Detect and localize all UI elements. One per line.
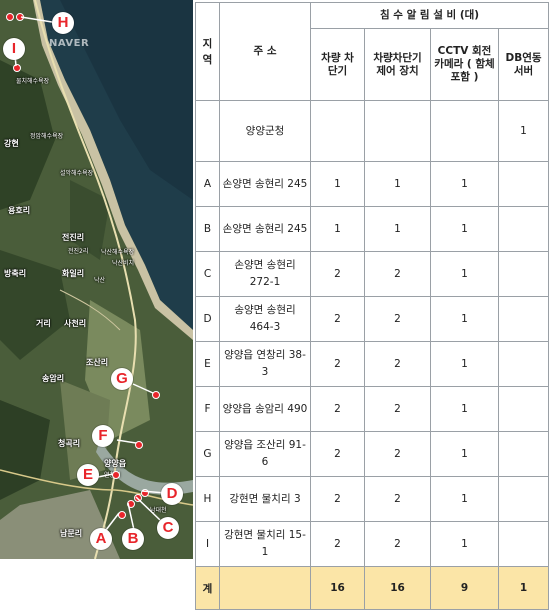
cell-db <box>497 296 550 342</box>
cell-region: I <box>195 521 220 567</box>
cell-control: 2 <box>364 476 431 522</box>
cell-db <box>497 476 550 522</box>
site-marker-e[interactable]: E <box>77 464 99 486</box>
cell-cctv <box>430 100 499 162</box>
header-address: 주 소 <box>219 2 311 101</box>
cell-control: 2 <box>364 296 431 342</box>
cell-control <box>364 100 431 162</box>
flood-alert-equipment-table: 지역 주 소 침 수 알 림 설 비 (대) 차량 차단기 차량차단기 제어 장… <box>195 2 550 610</box>
cell-address: 양양읍 송암리 490 <box>219 386 311 432</box>
table-row: C 손양면 송현리 272-1 2 2 1 <box>195 251 550 297</box>
cell-control: 2 <box>364 431 431 477</box>
cell-control: 2 <box>364 251 431 297</box>
cell-region: H <box>195 476 220 522</box>
header-db-server: DB연동 서버 <box>497 28 550 101</box>
table-row: D 송양면 송현리 464-3 2 2 1 <box>195 296 550 342</box>
total-control: 16 <box>364 566 431 610</box>
cell-barrier: 2 <box>310 251 365 297</box>
table-row: G 양양읍 조산리 91-6 2 2 1 <box>195 431 550 477</box>
header-barrier-controller: 차량차단기 제어 장치 <box>364 28 431 101</box>
site-marker-h[interactable]: H <box>52 12 74 34</box>
cell-address: 강현면 물치리 3 <box>219 476 311 522</box>
cell-db <box>497 251 550 297</box>
cell-barrier: 2 <box>310 341 365 387</box>
site-marker-c[interactable]: C <box>157 517 179 539</box>
cell-control: 2 <box>364 521 431 567</box>
cell-cctv: 1 <box>430 341 499 387</box>
site-marker-d[interactable]: D <box>161 483 183 505</box>
cell-address: 손양면 송현리 245 <box>219 161 311 207</box>
cell-db: 1 <box>497 100 550 162</box>
total-barrier: 16 <box>310 566 365 610</box>
cell-db <box>497 161 550 207</box>
site-marker-b[interactable]: B <box>122 528 144 550</box>
cell-barrier: 2 <box>310 431 365 477</box>
total-address <box>219 566 311 610</box>
cell-barrier: 2 <box>310 386 365 432</box>
cell-control: 2 <box>364 386 431 432</box>
cell-cctv: 1 <box>430 386 499 432</box>
table-row: 양양군청 1 <box>195 100 550 162</box>
table-row: F 양양읍 송암리 490 2 2 1 <box>195 386 550 432</box>
table-row: A 손양면 송현리 245 1 1 1 <box>195 161 550 207</box>
cell-barrier: 1 <box>310 161 365 207</box>
table-row: E 양양읍 연창리 38-3 2 2 1 <box>195 341 550 387</box>
cell-cctv: 1 <box>430 206 499 252</box>
cell-barrier: 1 <box>310 206 365 252</box>
cell-control: 2 <box>364 341 431 387</box>
cell-cctv: 1 <box>430 476 499 522</box>
cell-control: 1 <box>364 161 431 207</box>
total-cctv: 9 <box>430 566 499 610</box>
cell-region: B <box>195 206 220 252</box>
satellite-map: NAVER 물치해수욕장 정암해수욕장 설악해수욕장 낙산해수욕장 낙산비치 용… <box>0 0 193 559</box>
cell-barrier: 2 <box>310 476 365 522</box>
cell-cctv: 1 <box>430 431 499 477</box>
cell-cctv: 1 <box>430 521 499 567</box>
cell-region: A <box>195 161 220 207</box>
header-region: 지역 <box>195 2 220 101</box>
table-row: I 강현면 물치리 15-1 2 2 1 <box>195 521 550 567</box>
cell-db <box>497 431 550 477</box>
cell-region <box>195 100 220 162</box>
header-equipment-group: 침 수 알 림 설 비 (대) <box>309 2 550 29</box>
total-row: 계 16 16 9 1 <box>195 566 550 610</box>
site-marker-i[interactable]: I <box>3 38 25 60</box>
cell-cctv: 1 <box>430 251 499 297</box>
site-marker-g[interactable]: G <box>111 368 133 390</box>
cell-region: G <box>195 431 220 477</box>
cell-db <box>497 206 550 252</box>
header-cctv-camera: CCTV 회전 카메라 ( 함체포함 ) <box>430 28 499 101</box>
cell-cctv: 1 <box>430 161 499 207</box>
cell-region: C <box>195 251 220 297</box>
cell-db <box>497 341 550 387</box>
cell-db <box>497 386 550 432</box>
table-row: B 손양면 송현리 245 1 1 1 <box>195 206 550 252</box>
cell-address: 강현면 물치리 15-1 <box>219 521 311 567</box>
cell-region: E <box>195 341 220 387</box>
cell-address: 양양읍 연창리 38-3 <box>219 341 311 387</box>
cell-barrier: 2 <box>310 296 365 342</box>
table-row: H 강현면 물치리 3221 <box>195 476 550 522</box>
cell-barrier <box>310 100 365 162</box>
site-marker-a[interactable]: A <box>90 528 112 550</box>
cell-barrier: 2 <box>310 521 365 567</box>
total-label: 계 <box>195 566 220 610</box>
site-marker-f[interactable]: F <box>92 425 114 447</box>
cell-address: 손양면 송현리 272-1 <box>219 251 311 297</box>
cell-address: 송양면 송현리 464-3 <box>219 296 311 342</box>
total-db: 1 <box>497 566 550 610</box>
cell-region: F <box>195 386 220 432</box>
cell-control: 1 <box>364 206 431 252</box>
cell-db <box>497 521 550 567</box>
cell-region: D <box>195 296 220 342</box>
cell-address: 손양면 송현리 245 <box>219 206 311 252</box>
header-vehicle-barrier: 차량 차단기 <box>310 28 365 101</box>
cell-address: 양양군청 <box>219 100 311 162</box>
cell-cctv: 1 <box>430 296 499 342</box>
cell-address: 양양읍 조산리 91-6 <box>219 431 311 477</box>
